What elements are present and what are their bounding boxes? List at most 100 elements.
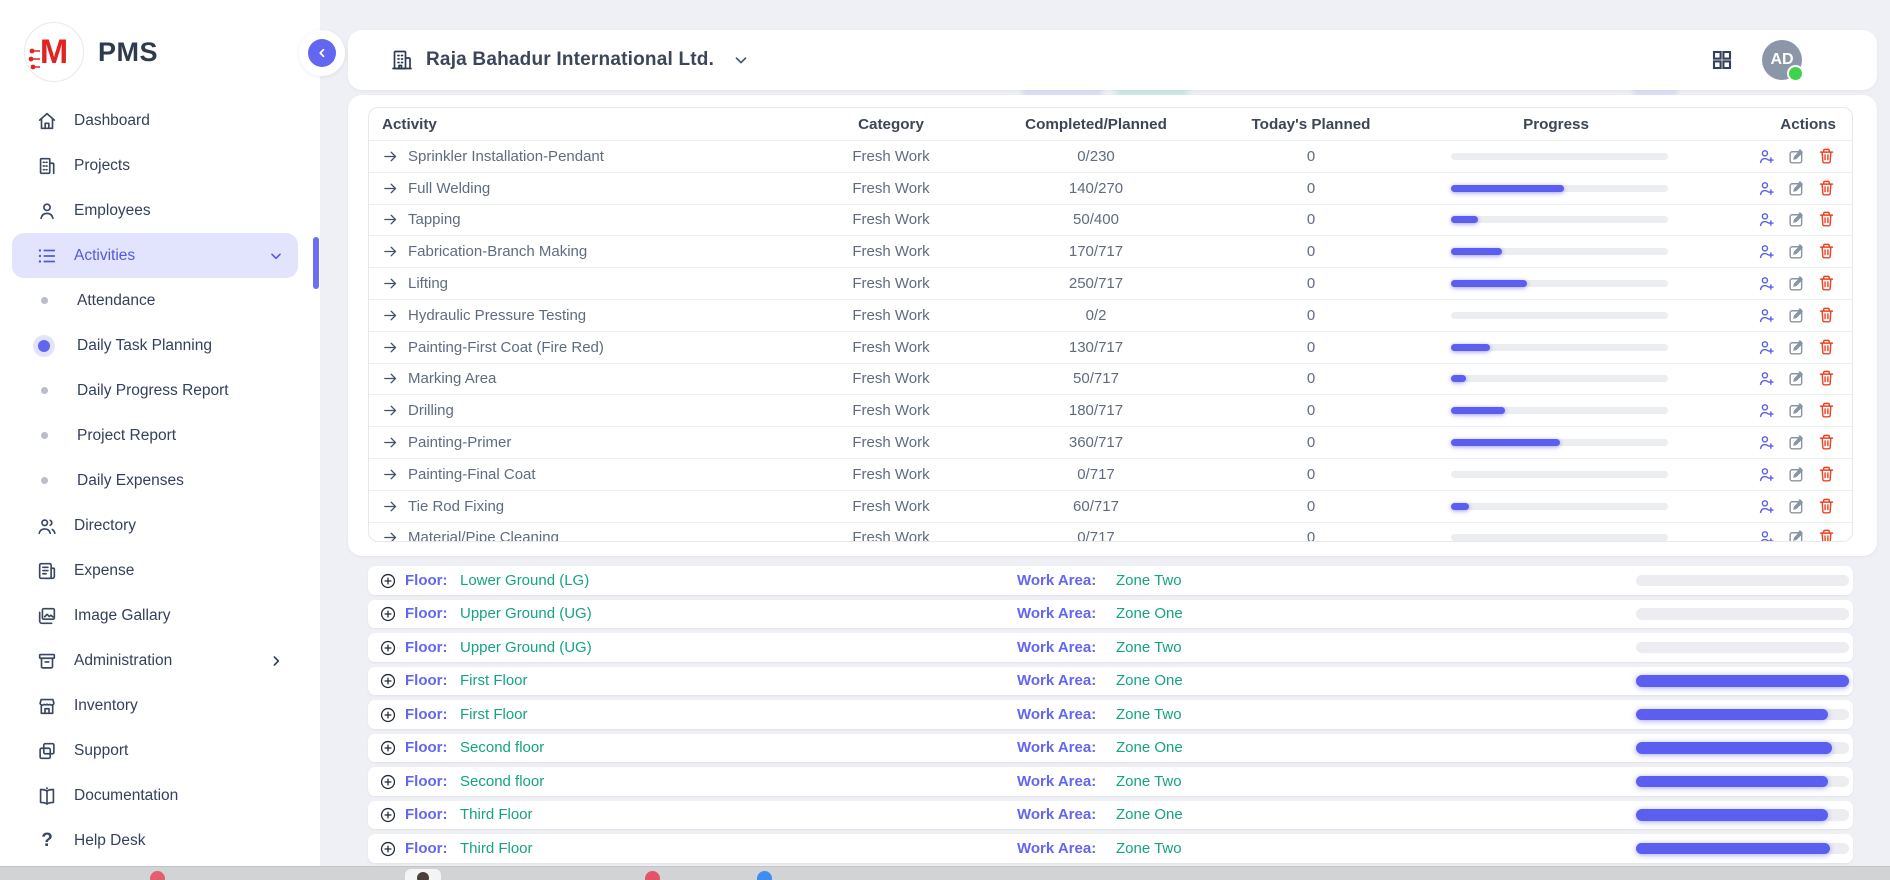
delete-icon[interactable] <box>1817 179 1836 198</box>
users-icon <box>36 515 58 537</box>
floor-row-first-floor-zone-one[interactable]: Floor:First FloorWork Area:Zone One <box>368 667 1853 696</box>
sidebar-subitem-attendance[interactable]: Attendance <box>0 278 320 323</box>
floor-row-lower-ground-lg-zone-two[interactable]: Floor:Lower Ground (LG)Work Area:Zone Tw… <box>368 566 1853 595</box>
floor-row-third-floor-zone-two[interactable]: Floor:Third FloorWork Area:Zone Two <box>368 834 1853 863</box>
sidebar-item-administration[interactable]: Administration <box>12 638 298 683</box>
edit-icon[interactable] <box>1787 528 1806 542</box>
sidebar-item-image-gallary[interactable]: Image Gallary <box>12 593 298 638</box>
delete-icon[interactable] <box>1817 210 1836 229</box>
assign-user-icon[interactable] <box>1757 274 1776 293</box>
activity-row-tapping[interactable]: TappingFresh Work50/4000 <box>369 204 1852 236</box>
delete-icon[interactable] <box>1817 242 1836 261</box>
edit-icon[interactable] <box>1787 497 1806 516</box>
delete-icon[interactable] <box>1817 465 1836 484</box>
edit-icon[interactable] <box>1787 147 1806 166</box>
company-selector[interactable]: Raja Bahadur International Ltd. <box>390 48 750 72</box>
delete-icon[interactable] <box>1817 369 1836 388</box>
activity-row-tie-rod-fixing[interactable]: Tie Rod FixingFresh Work60/7170 <box>369 490 1852 522</box>
taskbar-app-icon[interactable] <box>757 871 772 880</box>
assign-user-icon[interactable] <box>1757 465 1776 484</box>
assign-user-icon[interactable] <box>1757 210 1776 229</box>
assign-user-icon[interactable] <box>1757 433 1776 452</box>
expand-plus-icon[interactable] <box>379 605 397 623</box>
delete-icon[interactable] <box>1817 147 1836 166</box>
activity-row-material-pipe-cleaning[interactable]: Material/Pipe CleaningFresh Work0/7170 <box>369 522 1852 542</box>
activity-row-painting-first-coat-fire-red[interactable]: Painting-First Coat (Fire Red)Fresh Work… <box>369 331 1852 363</box>
delete-icon[interactable] <box>1817 401 1836 420</box>
activity-completed-planned: 250/717 <box>991 275 1201 292</box>
sidebar-item-help-desk[interactable]: ?Help Desk <box>12 818 298 863</box>
assign-user-icon[interactable] <box>1757 528 1776 542</box>
sidebar-scrollbar-thumb[interactable] <box>313 237 319 289</box>
floor-row-first-floor-zone-two[interactable]: Floor:First FloorWork Area:Zone Two <box>368 700 1853 729</box>
activity-row-painting-primer[interactable]: Painting-PrimerFresh Work360/7170 <box>369 426 1852 458</box>
sidebar-item-dashboard[interactable]: Dashboard <box>12 98 298 143</box>
assign-user-icon[interactable] <box>1757 242 1776 261</box>
delete-icon[interactable] <box>1817 306 1836 325</box>
expand-plus-icon[interactable] <box>379 572 397 590</box>
sidebar-subitem-daily-task-planning[interactable]: Daily Task Planning <box>0 323 320 368</box>
expand-plus-icon[interactable] <box>379 706 397 724</box>
apps-grid-icon[interactable] <box>1710 48 1734 72</box>
user-avatar[interactable]: AD <box>1762 40 1802 80</box>
delete-icon[interactable] <box>1817 497 1836 516</box>
floor-row-upper-ground-ug-zone-one[interactable]: Floor:Upper Ground (UG)Work Area:Zone On… <box>368 600 1853 629</box>
taskbar-app-icon[interactable] <box>405 869 441 880</box>
expand-plus-icon[interactable] <box>379 773 397 791</box>
delete-icon[interactable] <box>1817 274 1836 293</box>
activity-row-sprinkler-installation-pendant[interactable]: Sprinkler Installation-PendantFresh Work… <box>369 140 1852 172</box>
activity-row-lifting[interactable]: LiftingFresh Work250/7170 <box>369 267 1852 299</box>
activity-row-drilling[interactable]: DrillingFresh Work180/7170 <box>369 394 1852 426</box>
floor-row-second-floor-zone-two[interactable]: Floor:Second floorWork Area:Zone Two <box>368 767 1853 796</box>
sidebar-item-projects[interactable]: Projects <box>12 143 298 188</box>
activity-category: Fresh Work <box>791 339 991 356</box>
delete-icon[interactable] <box>1817 433 1836 452</box>
assign-user-icon[interactable] <box>1757 338 1776 357</box>
activity-row-painting-final-coat[interactable]: Painting-Final CoatFresh Work0/7170 <box>369 458 1852 490</box>
sidebar-subitem-project-report[interactable]: Project Report <box>0 413 320 458</box>
activity-row-fabrication-branch-making[interactable]: Fabrication-Branch MakingFresh Work170/7… <box>369 235 1852 267</box>
sidebar-item-employees[interactable]: Employees <box>12 188 298 233</box>
assign-user-icon[interactable] <box>1757 497 1776 516</box>
floors-list: Floor:Lower Ground (LG)Work Area:Zone Tw… <box>368 566 1853 863</box>
edit-icon[interactable] <box>1787 306 1806 325</box>
expand-plus-icon[interactable] <box>379 639 397 657</box>
taskbar-app-icon[interactable] <box>150 871 165 880</box>
expand-plus-icon[interactable] <box>379 840 397 858</box>
taskbar-app-icon[interactable] <box>645 871 660 880</box>
expand-plus-icon[interactable] <box>379 806 397 824</box>
activity-row-hydraulic-pressure-testing[interactable]: Hydraulic Pressure TestingFresh Work0/20 <box>369 299 1852 331</box>
edit-icon[interactable] <box>1787 369 1806 388</box>
floor-row-third-floor-zone-one[interactable]: Floor:Third FloorWork Area:Zone One <box>368 801 1853 830</box>
edit-icon[interactable] <box>1787 338 1806 357</box>
edit-icon[interactable] <box>1787 274 1806 293</box>
assign-user-icon[interactable] <box>1757 306 1776 325</box>
edit-icon[interactable] <box>1787 210 1806 229</box>
edit-icon[interactable] <box>1787 242 1806 261</box>
edit-icon[interactable] <box>1787 433 1806 452</box>
edit-icon[interactable] <box>1787 465 1806 484</box>
delete-icon[interactable] <box>1817 528 1836 542</box>
floor-row-upper-ground-ug-zone-two[interactable]: Floor:Upper Ground (UG)Work Area:Zone Tw… <box>368 633 1853 662</box>
edit-icon[interactable] <box>1787 401 1806 420</box>
delete-icon[interactable] <box>1817 338 1836 357</box>
sidebar-item-inventory[interactable]: Inventory <box>12 683 298 728</box>
sidebar-item-activities[interactable]: Activities <box>12 233 298 278</box>
floor-row-second-floor-zone-one[interactable]: Floor:Second floorWork Area:Zone One <box>368 734 1853 763</box>
sidebar-item-support[interactable]: Support <box>12 728 298 773</box>
activity-row-full-welding[interactable]: Full WeldingFresh Work140/2700 <box>369 172 1852 204</box>
assign-user-icon[interactable] <box>1757 369 1776 388</box>
edit-icon[interactable] <box>1787 179 1806 198</box>
sidebar-collapse-button[interactable] <box>308 39 336 67</box>
sidebar-item-directory[interactable]: Directory <box>12 503 298 548</box>
sidebar-subitem-daily-progress-report[interactable]: Daily Progress Report <box>0 368 320 413</box>
assign-user-icon[interactable] <box>1757 179 1776 198</box>
expand-plus-icon[interactable] <box>379 739 397 757</box>
assign-user-icon[interactable] <box>1757 147 1776 166</box>
activity-row-marking-area[interactable]: Marking AreaFresh Work50/7170 <box>369 363 1852 395</box>
expand-plus-icon[interactable] <box>379 672 397 690</box>
sidebar-subitem-daily-expenses[interactable]: Daily Expenses <box>0 458 320 503</box>
sidebar-item-documentation[interactable]: Documentation <box>12 773 298 818</box>
sidebar-item-expense[interactable]: Expense <box>12 548 298 593</box>
assign-user-icon[interactable] <box>1757 401 1776 420</box>
